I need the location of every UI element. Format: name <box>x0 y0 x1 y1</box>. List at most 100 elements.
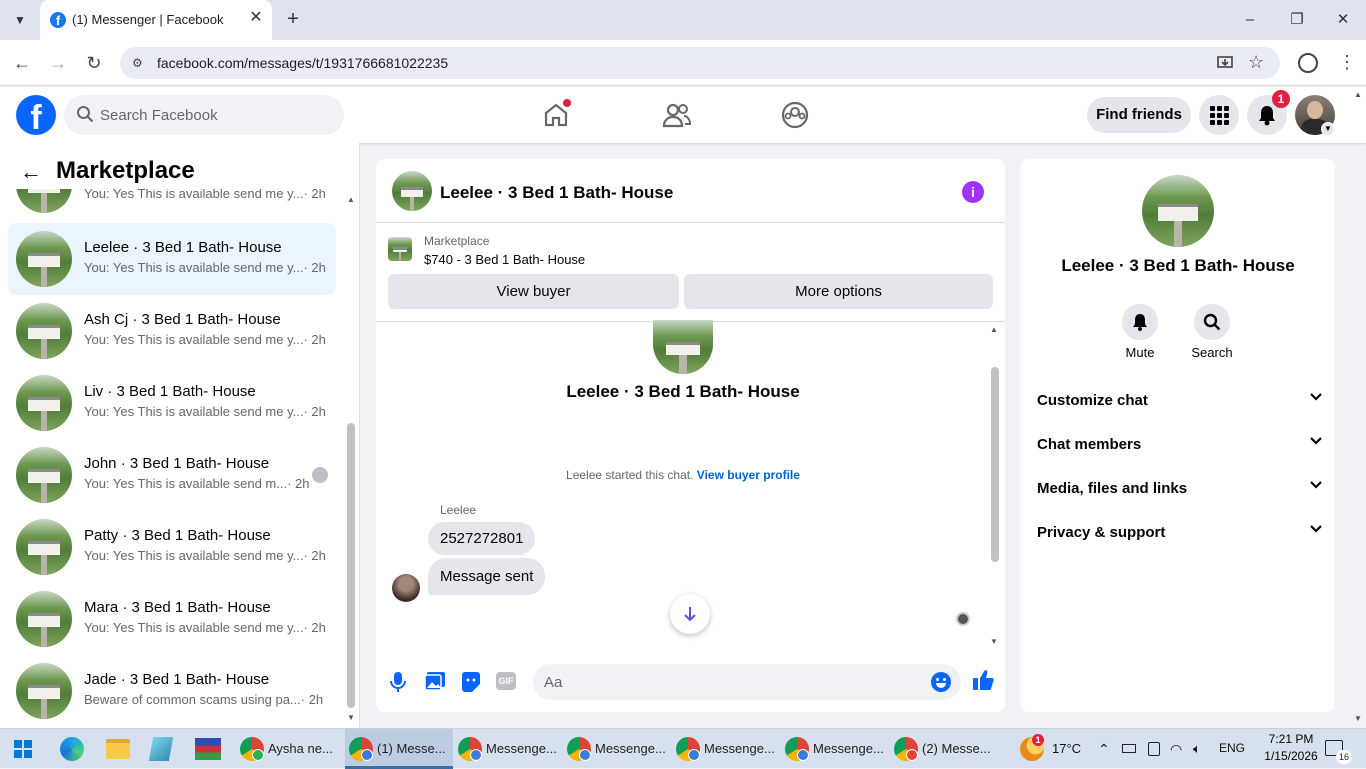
conversation-item[interactable]: Ash Cj · 3 Bed 1 Bath- House You: Yes Thi… <box>8 295 336 367</box>
wifi-icon[interactable]: ◠ <box>1170 741 1182 758</box>
details-section-privacy-support[interactable]: Privacy & support <box>1037 511 1322 555</box>
taskbar-chrome-window[interactable]: (1) Messe... <box>345 729 453 769</box>
page-scroll-up-icon[interactable]: ▲ <box>1354 90 1362 99</box>
back-arrow-icon[interactable]: ← <box>10 51 34 75</box>
profile-badge-icon <box>906 749 918 761</box>
facebook-search-input[interactable]: Search Facebook <box>64 95 344 135</box>
conversation-item[interactable]: Mara · 3 Bed 1 Bath- House You: Yes This … <box>8 583 336 655</box>
thread-scrollbar[interactable] <box>991 367 999 562</box>
conversation-item[interactable]: Leelee · 3 Bed 1 Bath- House You: Yes Thi… <box>8 223 336 295</box>
taskbar-item-label: Aysha ne... <box>268 741 333 756</box>
taskbar-chrome-window[interactable]: Messenge... <box>672 729 780 769</box>
conversation-item[interactable]: Jade · 3 Bed 1 Bath- House Beware of comm… <box>8 655 336 727</box>
scroll-up-icon[interactable]: ▲ <box>347 195 355 204</box>
home-icon[interactable] <box>540 99 572 131</box>
weather-temp[interactable]: 17°C <box>1052 741 1081 756</box>
chat-title[interactable]: Leelee · 3 Bed 1 Bath- House <box>440 183 673 203</box>
battery-icon[interactable] <box>1122 744 1136 753</box>
preview-time: · 2h <box>287 476 310 491</box>
view-buyer-button[interactable]: View buyer <box>388 274 679 309</box>
account-chevron-icon[interactable]: ▼ <box>1321 122 1335 136</box>
bookmark-star-icon[interactable]: ☆ <box>1248 52 1264 73</box>
windows-start-icon[interactable] <box>14 740 32 758</box>
emoji-icon[interactable] <box>931 672 951 692</box>
menu-button[interactable] <box>1199 95 1239 135</box>
details-section-chat-members[interactable]: Chat members <box>1037 423 1322 467</box>
taskbar-chrome-window[interactable]: Aysha ne... <box>236 729 344 769</box>
chevron-down-icon <box>1310 525 1322 533</box>
notification-badge: 1 <box>1272 90 1290 108</box>
conversation-scrollbar[interactable] <box>347 423 355 708</box>
profile-badge-icon <box>470 749 482 761</box>
menu-kebab-icon[interactable]: ⋮ <box>1338 52 1356 73</box>
chat-window: Leelee · 3 Bed 1 Bath- House i Marketpla… <box>376 159 1005 712</box>
scroll-down-icon[interactable]: ▼ <box>347 713 355 722</box>
forward-arrow-icon[interactable]: → <box>46 51 70 75</box>
window-close-icon[interactable]: ✕ <box>1329 6 1357 34</box>
chrome-icon <box>349 737 373 761</box>
clock-time: 7:21 PM <box>1268 732 1314 746</box>
photo-icon[interactable] <box>424 671 446 691</box>
scroll-to-bottom-button[interactable] <box>670 594 710 634</box>
listing-title[interactable]: $740 - 3 Bed 1 Bath- House <box>424 252 585 267</box>
friends-icon[interactable] <box>660 99 692 131</box>
taskbar-chrome-window[interactable]: Messenge... <box>563 729 671 769</box>
conversation-item[interactable]: Liv · 3 Bed 1 Bath- House You: Yes This i… <box>8 367 336 439</box>
file-explorer-icon[interactable] <box>106 739 130 759</box>
tab-close-icon[interactable]: ✕ <box>246 8 266 28</box>
minimize-icon[interactable]: – <box>1236 6 1264 34</box>
sticker-icon[interactable] <box>460 671 482 693</box>
device-icon[interactable] <box>1148 742 1160 756</box>
taskbar-chrome-window[interactable]: Messenge... <box>454 729 562 769</box>
details-avatar[interactable] <box>1142 175 1214 247</box>
marketplace-inbox-panel: ← Marketplace You: Yes This is available… <box>0 143 360 728</box>
walkway <box>40 266 48 287</box>
install-app-icon[interactable] <box>1216 54 1234 72</box>
groups-icon[interactable] <box>779 99 811 131</box>
message-input[interactable]: Aa <box>533 664 961 700</box>
volume-icon[interactable]: 🔈︎ <box>1193 741 1201 757</box>
page-scroll-down-icon[interactable]: ▼ <box>1354 714 1362 723</box>
browser-tab[interactable]: f (1) Messenger | Facebook ✕ <box>40 0 272 40</box>
message-bubble[interactable]: 2527272801 <box>428 522 536 555</box>
find-friends-button[interactable]: Find friends <box>1087 97 1191 133</box>
profile-badge-icon <box>361 749 373 761</box>
restore-icon[interactable]: ❐ <box>1283 6 1311 34</box>
more-options-button[interactable]: More options <box>684 274 993 309</box>
clock[interactable]: 7:21 PM 1/15/2026 <box>1256 732 1326 763</box>
taskbar-chrome-window[interactable]: Messenge... <box>781 729 889 769</box>
conversation-item[interactable]: Patty · 3 Bed 1 Bath- House You: Yes This… <box>8 511 336 583</box>
back-arrow-icon[interactable]: ← <box>20 159 42 185</box>
site-info-icon[interactable]: ⚙ <box>132 54 150 72</box>
conversation-item[interactable]: You: Yes This is available send me y...·… <box>8 189 336 221</box>
new-tab-plus-icon[interactable]: + <box>282 8 304 30</box>
conversation-item[interactable]: John · 3 Bed 1 Bath- House You: Yes This … <box>8 439 336 511</box>
reload-icon[interactable]: ↻ <box>82 51 106 75</box>
gif-icon[interactable]: GIF <box>496 672 516 690</box>
microphone-icon[interactable] <box>390 671 406 693</box>
notepad-app-icon[interactable] <box>148 737 174 761</box>
scroll-up-icon[interactable]: ▲ <box>990 325 998 334</box>
sender-avatar[interactable] <box>392 574 420 602</box>
details-section-media-files-and-links[interactable]: Media, files and links <box>1037 467 1322 511</box>
conversation-avatar <box>16 663 72 719</box>
language-indicator[interactable]: ENG <box>1219 741 1245 755</box>
view-buyer-profile-link[interactable]: View buyer profile <box>697 468 800 482</box>
show-hidden-icons-chevron-icon[interactable]: ⌃ <box>1098 741 1110 758</box>
winrar-icon[interactable] <box>195 738 221 760</box>
taskbar-chrome-window[interactable]: (2) Messe... <box>890 729 998 769</box>
conversation-name: Jade · 3 Bed 1 Bath- House <box>84 671 270 688</box>
tab-search-chevron-icon[interactable]: ▼ <box>8 8 32 32</box>
details-section-customize-chat[interactable]: Customize chat <box>1037 379 1322 423</box>
like-thumbs-up-icon[interactable] <box>972 669 994 691</box>
address-bar[interactable]: ⚙ facebook.com/messages/t/19317666810222… <box>120 47 1280 79</box>
mute-button[interactable] <box>1122 304 1158 340</box>
scroll-down-icon[interactable]: ▼ <box>990 637 998 646</box>
chat-avatar[interactable] <box>392 171 432 211</box>
edge-browser-icon[interactable] <box>60 737 84 761</box>
message-bubble[interactable]: Message sent <box>428 558 546 595</box>
search-in-chat-button[interactable] <box>1194 304 1230 340</box>
info-icon[interactable]: i <box>962 181 984 203</box>
facebook-logo-icon[interactable]: f <box>16 95 56 137</box>
profile-icon[interactable] <box>1298 53 1318 73</box>
